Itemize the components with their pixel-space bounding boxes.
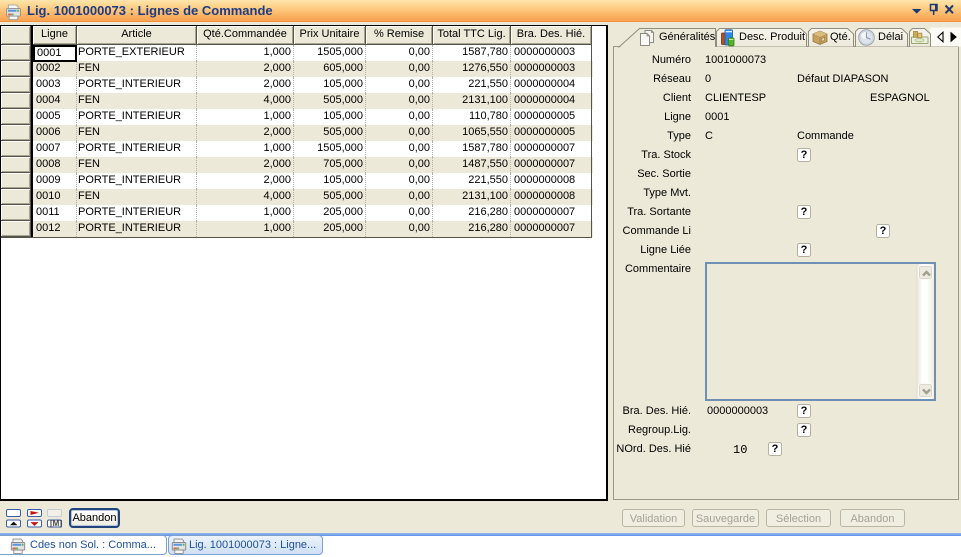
svg-text:[M]: [M] <box>50 519 62 528</box>
